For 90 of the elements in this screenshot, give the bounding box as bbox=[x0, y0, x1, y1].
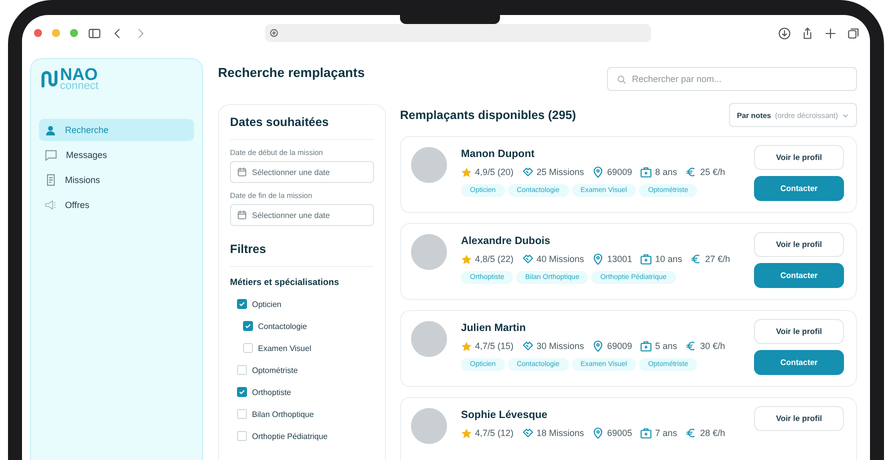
option-label: Orthoptie Pédiatrique bbox=[252, 432, 328, 440]
location-pin-icon bbox=[592, 253, 604, 265]
postal-code: 69009 bbox=[607, 341, 632, 351]
caret-icon bbox=[842, 112, 849, 118]
missions-count: 25 Missions bbox=[536, 167, 584, 177]
date-field[interactable]: Sélectionner une date bbox=[230, 204, 374, 226]
option-label: Bilan Orthoptique bbox=[252, 410, 314, 418]
briefcase-icon bbox=[640, 166, 652, 178]
results-title: Remplaçants disponibles (295) bbox=[400, 108, 576, 122]
missions-count: 30 Missions bbox=[536, 341, 584, 351]
section-title: Dates souhaitées bbox=[230, 115, 374, 140]
download-icon[interactable] bbox=[778, 26, 791, 40]
rating-text: 4,7/5 (12) bbox=[475, 428, 514, 438]
option-label: Opticien bbox=[252, 300, 282, 308]
postal-code: 69005 bbox=[607, 428, 632, 438]
star-icon bbox=[461, 166, 472, 178]
hourly-rate: 30 €/h bbox=[700, 341, 726, 351]
briefcase-icon bbox=[640, 340, 652, 352]
postal-code: 69009 bbox=[607, 167, 632, 177]
date-field[interactable]: Sélectionner une date bbox=[230, 161, 374, 183]
add-icon[interactable] bbox=[269, 28, 279, 38]
candidate-name: Sophie Lévesque bbox=[461, 409, 548, 421]
briefcase-icon bbox=[640, 427, 652, 439]
view-profile-button[interactable]: Voir le profil bbox=[754, 406, 844, 431]
euro-icon bbox=[685, 166, 698, 178]
option-label: Optométriste bbox=[252, 366, 298, 374]
contact-button[interactable]: Contacter bbox=[754, 350, 844, 375]
location-pin-icon bbox=[592, 166, 604, 178]
document-icon bbox=[45, 174, 56, 186]
share-icon[interactable] bbox=[801, 26, 814, 40]
euro-icon bbox=[685, 340, 698, 352]
logo-tagline: connect bbox=[60, 82, 99, 91]
person-icon bbox=[45, 124, 56, 136]
maximize-window-button[interactable] bbox=[70, 29, 78, 37]
hourly-rate: 25 €/h bbox=[700, 167, 726, 177]
option-label: Examen Visuel bbox=[258, 344, 312, 352]
option-label: Orthoptiste bbox=[252, 388, 292, 396]
location-pin-icon bbox=[592, 427, 604, 439]
logo-name: NAO bbox=[60, 67, 98, 82]
star-icon bbox=[461, 254, 472, 264]
tabs-icon[interactable] bbox=[847, 26, 860, 40]
rating-text: 4,7/5 (15) bbox=[475, 341, 514, 351]
nav-item[interactable]: Offres bbox=[39, 194, 194, 216]
postal-code: 13001 bbox=[607, 254, 632, 264]
experience-text: 5 ans bbox=[655, 341, 678, 351]
close-window-button[interactable] bbox=[34, 29, 42, 37]
experience-text: 8 ans bbox=[655, 167, 678, 177]
group-title: Métiers et spécialisations bbox=[230, 277, 340, 287]
page-title: Recherche remplaçants bbox=[218, 64, 365, 80]
euro-icon bbox=[690, 253, 702, 265]
checkbox[interactable] bbox=[237, 387, 247, 397]
view-profile-button[interactable]: Voir le profil bbox=[754, 232, 844, 257]
checkbox[interactable] bbox=[237, 299, 247, 309]
experience-text: 7 ans bbox=[655, 428, 678, 438]
contact-button[interactable]: Contacter bbox=[754, 263, 844, 288]
search-icon bbox=[617, 74, 626, 84]
star-icon bbox=[461, 428, 472, 438]
briefcase-icon bbox=[640, 253, 652, 265]
avatar-placeholder bbox=[411, 147, 447, 183]
rating-text: 4,8/5 (22) bbox=[475, 254, 514, 264]
hourly-rate: 27 €/h bbox=[705, 254, 730, 264]
rating-text: 4,9/5 (20) bbox=[475, 167, 514, 177]
location-pin-icon bbox=[592, 340, 604, 352]
avatar-placeholder bbox=[411, 234, 447, 270]
chat-icon bbox=[45, 150, 57, 160]
missions-count: 18 Missions bbox=[536, 428, 584, 438]
section-title: Filtres bbox=[230, 242, 374, 267]
missions-count: 40 Missions bbox=[536, 254, 584, 264]
megaphone-icon bbox=[45, 200, 56, 210]
logo-icon bbox=[41, 69, 58, 89]
calendar-icon bbox=[237, 167, 247, 177]
sidebar-toggle-icon[interactable] bbox=[88, 26, 101, 40]
view-profile-button[interactable]: Voir le profil bbox=[754, 319, 844, 344]
checkbox[interactable] bbox=[243, 321, 253, 331]
avatar-placeholder bbox=[411, 321, 447, 357]
new-tab-icon[interactable] bbox=[824, 26, 837, 40]
candidate-name: Alexandre Dubois bbox=[461, 235, 552, 247]
experience-text: 10 ans bbox=[655, 254, 682, 264]
hourly-rate: 28 €/h bbox=[700, 428, 726, 438]
option-label: Contactologie bbox=[258, 322, 307, 330]
calendar-icon bbox=[237, 210, 247, 220]
avatar-placeholder bbox=[411, 408, 447, 444]
view-profile-button[interactable]: Voir le profil bbox=[754, 145, 844, 170]
star-icon bbox=[461, 340, 472, 352]
euro-icon bbox=[685, 427, 698, 439]
nav-item[interactable]: Missions bbox=[39, 169, 194, 191]
candidate-name: Manon Dupont bbox=[461, 148, 536, 160]
candidate-name: Julien Martin bbox=[461, 322, 527, 334]
contact-button[interactable]: Contacter bbox=[754, 176, 844, 201]
nav-item[interactable]: Messages bbox=[39, 144, 194, 166]
